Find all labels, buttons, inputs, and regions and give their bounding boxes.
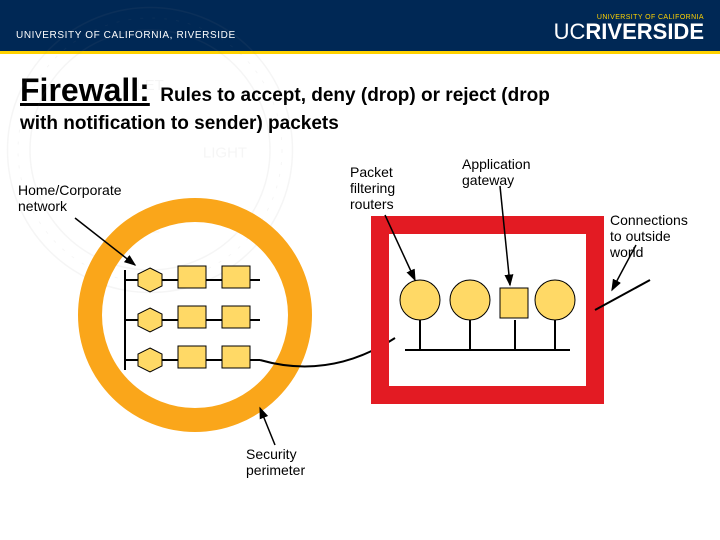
home-network-group [125,266,260,372]
svg-text:LIGHT: LIGHT [203,145,247,162]
svg-text:LET: LET [136,77,164,94]
label-home-network: Home/Corporate network [18,182,122,214]
label-packet-filtering: Packet filtering routers [350,164,395,212]
label-connections: Connections to outside world [610,212,688,260]
label-app-gateway: Application gateway [462,156,531,188]
firewall-diagram: Home/Corporate network Packet filtering … [0,170,720,540]
header-logo-main: UCRIVERSIDE [554,19,704,45]
label-security-perimeter: Security perimeter [246,446,305,478]
firewall-box [380,225,595,395]
header-logo: UNIVERSITY OF CALIFORNIA UCRIVERSIDE [554,14,704,47]
